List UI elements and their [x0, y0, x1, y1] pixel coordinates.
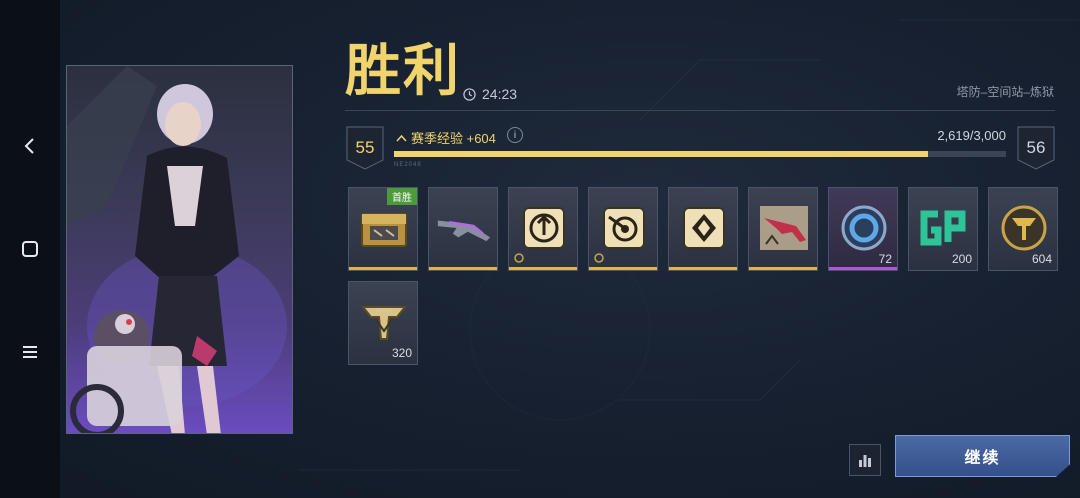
rarity-stripe [429, 267, 497, 270]
header-divider [345, 110, 1055, 111]
rifle-blueprint-icon [760, 206, 808, 250]
target-emblem-icon [603, 207, 645, 249]
duration-text: 24:23 [482, 86, 518, 102]
season-xp-text: 赛季经验 +604 [411, 131, 496, 146]
xp-bar-tag: NE2048 [394, 162, 422, 168]
rarity-stripe [669, 267, 737, 270]
next-level: 56 [1026, 138, 1046, 157]
rank-badge-icon [360, 306, 408, 340]
chevron-left-icon [24, 138, 34, 154]
reward-quantity: 320 [391, 346, 412, 360]
rarity-stripe [509, 267, 577, 270]
reward-quantity: 604 [1031, 252, 1052, 266]
victory-title: 胜利 [345, 39, 461, 104]
rifle-icon [437, 220, 491, 242]
current-level: 55 [355, 138, 375, 157]
chevron-up-icon [396, 134, 407, 142]
next-level-badge: 56 [1017, 126, 1055, 170]
match-duration: 24:23 [463, 86, 517, 102]
character-portrait [66, 65, 293, 434]
home-button[interactable] [10, 229, 50, 269]
menu-button[interactable] [10, 332, 50, 372]
rewards-grid: 首胜 72 200 604 320 [348, 187, 1058, 365]
rarity-stripe [989, 267, 1057, 270]
crate-icon [361, 213, 407, 247]
gear-icon [514, 253, 524, 263]
xp-progress-bar [394, 151, 1006, 157]
continue-button[interactable]: 继续 [895, 435, 1070, 477]
stats-button[interactable] [849, 444, 881, 476]
clock-icon [463, 87, 476, 101]
square-icon [22, 241, 38, 257]
reward-emblem-arrow[interactable] [508, 187, 578, 271]
reward-gp[interactable]: 200 [908, 187, 978, 271]
info-icon[interactable]: i [507, 127, 523, 143]
gold-token-icon [1001, 205, 1047, 251]
gp-icon [920, 210, 966, 246]
reward-quantity: 200 [951, 252, 972, 266]
rarity-stripe [349, 361, 417, 364]
reward-gold-token[interactable]: 604 [988, 187, 1058, 271]
reward-weapon-red[interactable] [748, 187, 818, 271]
diamond-emblem-icon [683, 207, 725, 249]
blue-coin-icon [841, 205, 887, 251]
reward-rank-badge[interactable]: 320 [348, 281, 418, 365]
hamburger-menu-icon [23, 346, 37, 358]
arrow-emblem-icon [523, 207, 565, 249]
gear-icon [594, 253, 604, 263]
system-nav-bar [0, 0, 60, 498]
rarity-stripe [909, 267, 977, 270]
xp-progress-fill [394, 151, 929, 157]
first-win-badge: 首胜 [387, 188, 417, 205]
reward-blue-coin[interactable]: 72 [828, 187, 898, 271]
map-name: 塔防–空间站–炼狱 [956, 85, 1054, 99]
bar-chart-icon [859, 455, 871, 467]
rarity-stripe [749, 267, 817, 270]
season-xp-label: 赛季经验 +604 [396, 128, 496, 147]
reward-emblem-target[interactable] [588, 187, 658, 271]
back-button[interactable] [10, 126, 50, 166]
rarity-stripe [589, 267, 657, 270]
current-level-badge: 55 [346, 126, 384, 170]
rarity-stripe [349, 267, 417, 270]
reward-weapon-purple[interactable] [428, 187, 498, 271]
rarity-stripe [829, 267, 897, 270]
xp-count: 2,619/3,000 [937, 128, 1006, 143]
reward-quantity: 72 [878, 252, 892, 266]
reward-crate[interactable]: 首胜 [348, 187, 418, 271]
reward-emblem-diamond[interactable] [668, 187, 738, 271]
